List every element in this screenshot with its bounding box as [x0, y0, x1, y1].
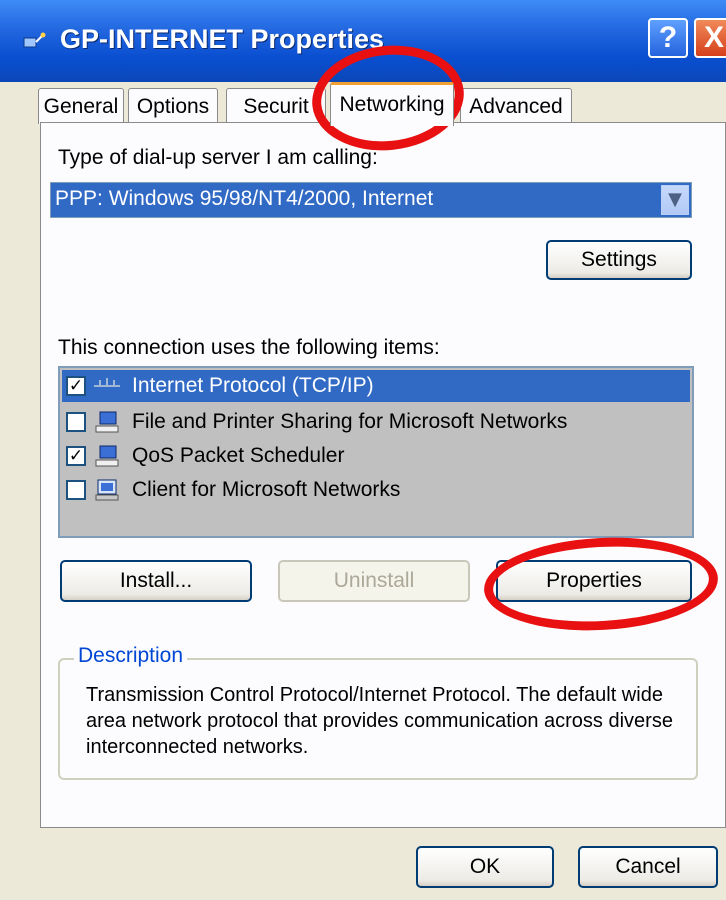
tab-options[interactable]: Options — [128, 88, 218, 124]
item-label: Client for Microsoft Networks — [132, 478, 401, 501]
tab-networking[interactable]: Networking — [330, 82, 454, 126]
list-item[interactable]: ✓ QoS Packet Scheduler — [62, 440, 690, 472]
cancel-button[interactable]: Cancel — [578, 846, 718, 888]
tab-security[interactable]: Securit — [226, 88, 326, 124]
checkbox-checked[interactable]: ✓ — [66, 376, 86, 396]
item-label: Internet Protocol (TCP/IP) — [132, 374, 374, 397]
item-label: QoS Packet Scheduler — [132, 444, 345, 467]
description-label: Description — [74, 644, 188, 668]
description-group: Description Transmission Control Protoco… — [58, 644, 698, 780]
network-service-icon — [95, 445, 119, 467]
ok-button[interactable]: OK — [416, 846, 554, 888]
connection-items-list[interactable]: ✓ Internet Protocol (TCP/IP) File and Pr… — [58, 366, 694, 538]
description-text: Transmission Control Protocol/Internet P… — [86, 684, 673, 758]
settings-button[interactable]: Settings — [546, 240, 692, 280]
close-button[interactable]: X — [694, 18, 726, 58]
list-item[interactable]: ✓ Internet Protocol (TCP/IP) — [62, 370, 690, 402]
network-service-icon — [95, 411, 119, 433]
item-label: File and Printer Sharing for Microsoft N… — [132, 410, 568, 433]
tab-general[interactable]: General — [38, 88, 124, 124]
chevron-down-icon[interactable]: ▼ — [661, 185, 689, 215]
server-type-dropdown[interactable]: PPP: Windows 95/98/NT4/2000, Internet ▼ — [50, 182, 692, 218]
help-button[interactable]: ? — [648, 18, 688, 58]
checkbox-checked[interactable]: ✓ — [66, 446, 86, 466]
network-client-icon — [95, 479, 119, 501]
list-item[interactable]: File and Printer Sharing for Microsoft N… — [62, 406, 690, 438]
install-button[interactable]: Install... — [60, 560, 252, 602]
network-connection-icon — [23, 32, 46, 48]
tab-advanced[interactable]: Advanced — [460, 88, 572, 124]
checkbox-unchecked[interactable] — [66, 412, 86, 432]
server-type-value: PPP: Windows 95/98/NT4/2000, Internet — [55, 187, 434, 210]
network-protocol-icon — [94, 378, 120, 387]
server-type-label: Type of dial-up server I am calling: — [58, 146, 378, 169]
uninstall-button: Uninstall — [278, 560, 470, 602]
tab-strip: General Options Securit Networking Advan… — [0, 82, 726, 126]
properties-dialog: GP-INTERNET Properties ? X General Optio… — [0, 0, 726, 900]
checkbox-unchecked[interactable] — [66, 480, 86, 500]
list-item[interactable]: Client for Microsoft Networks — [62, 474, 690, 506]
window-title: GP-INTERNET Properties — [60, 24, 385, 54]
items-label: This connection uses the following items… — [58, 336, 440, 359]
